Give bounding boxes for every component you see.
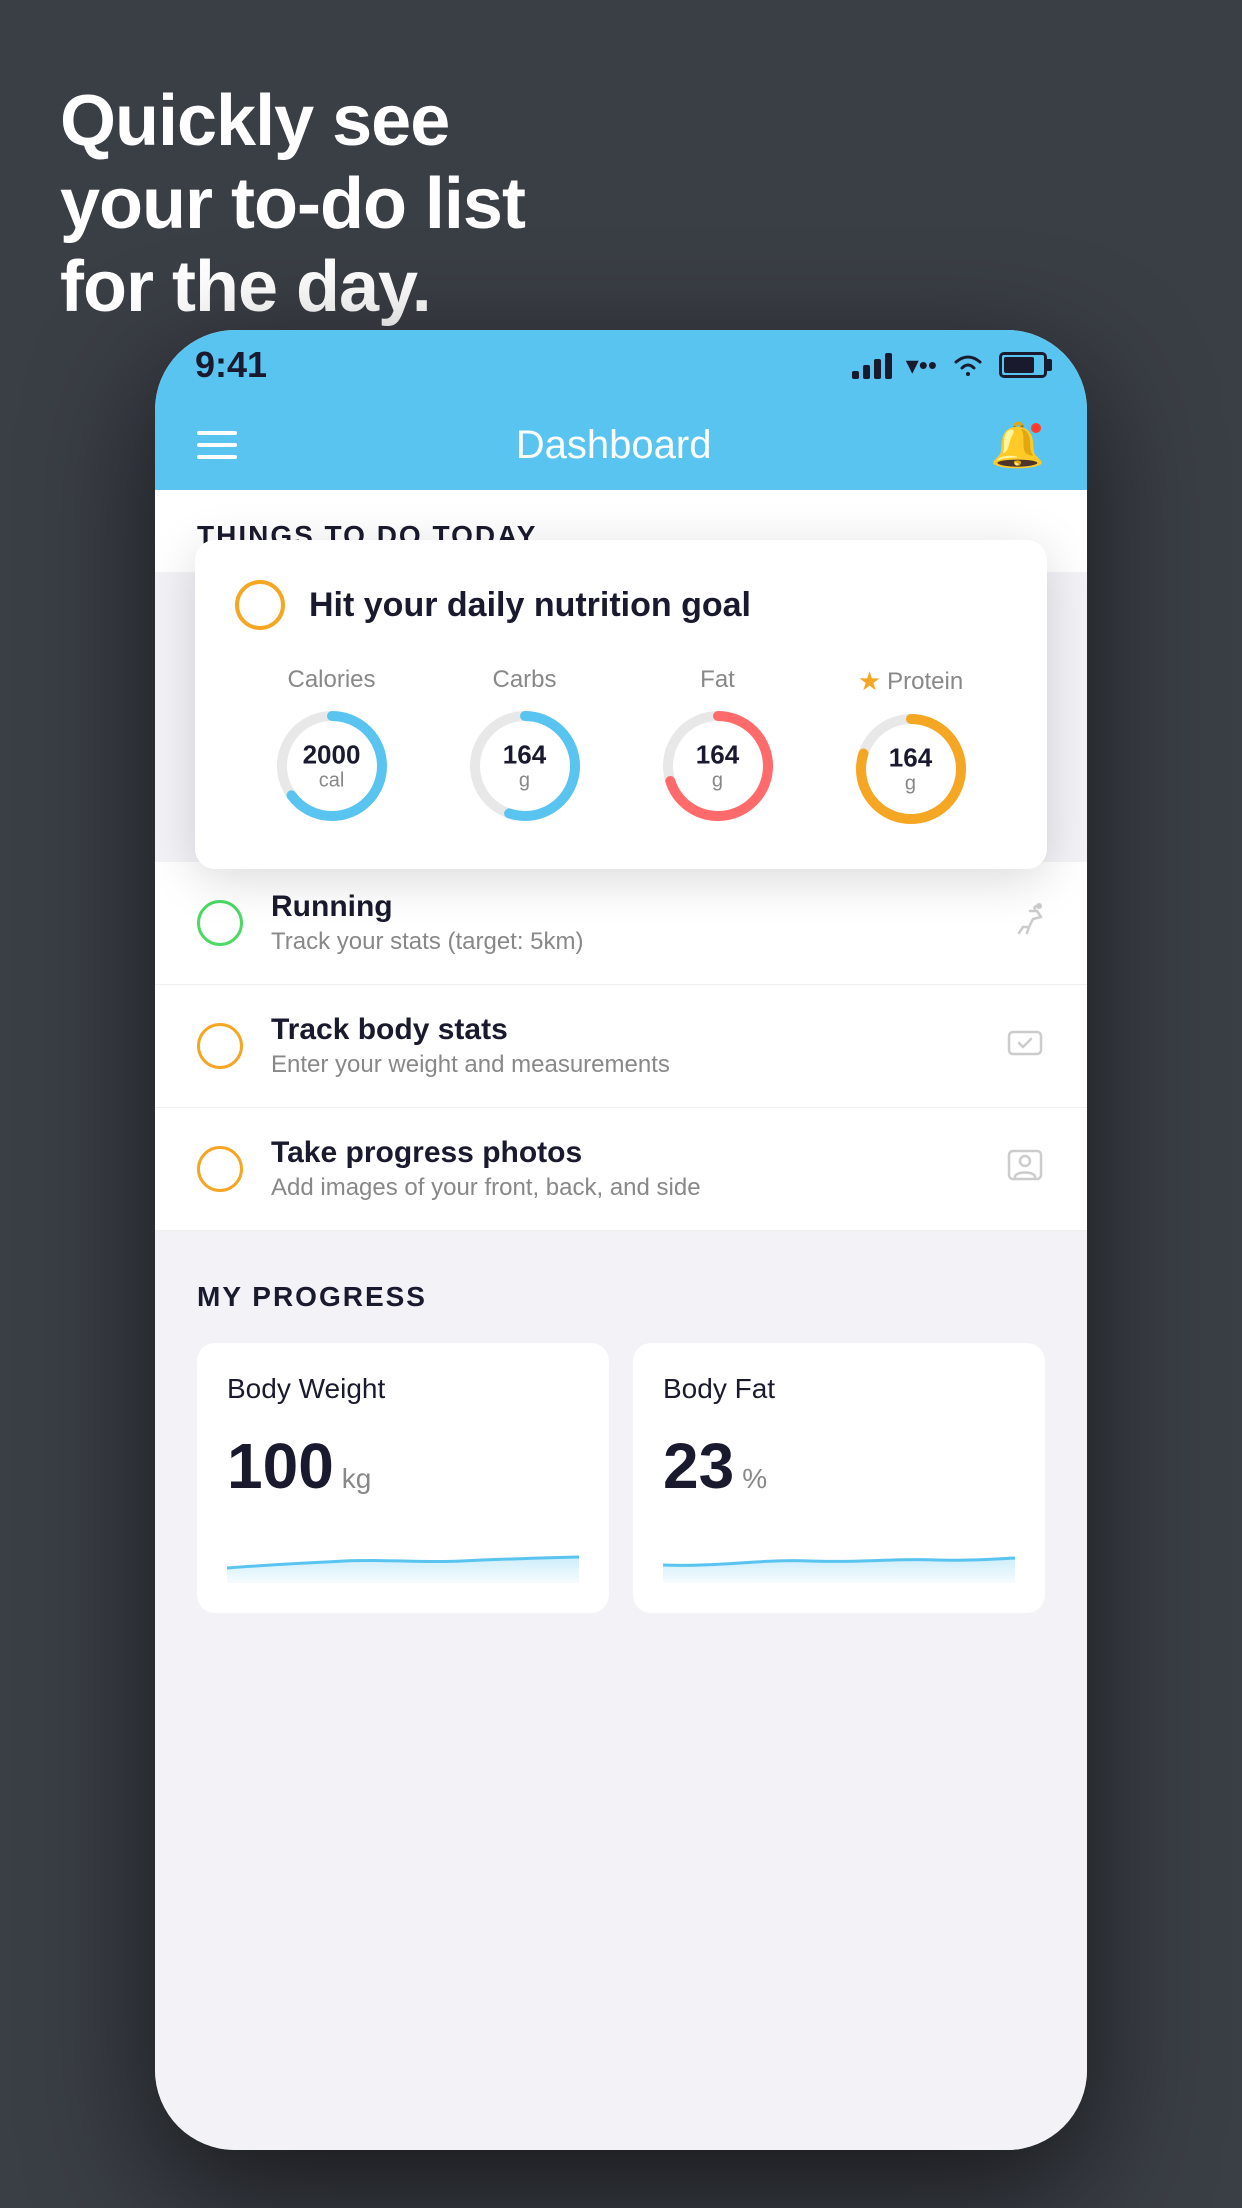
progress-section: MY PROGRESS Body Weight 100 kg (155, 1231, 1087, 1653)
nutrition-card: Hit your daily nutrition goal Calories 2… (195, 540, 1047, 869)
person-icon (1005, 1147, 1045, 1192)
body-weight-number: 100 (227, 1429, 334, 1503)
todo-main-running: Running (271, 890, 977, 924)
body-fat-chart (663, 1523, 1015, 1583)
star-icon: ★ (858, 666, 881, 697)
todo-text-photos: Take progress photos Add images of your … (271, 1136, 977, 1202)
carbs-chart: 164 g (465, 706, 585, 826)
nutrition-fat: Fat 164 g (658, 666, 778, 826)
todo-checkbox-running[interactable] (197, 900, 243, 946)
body-weight-value: 100 kg (227, 1429, 579, 1503)
nav-bar: Dashboard 🔔 (155, 400, 1087, 490)
calories-label: Calories (287, 666, 375, 694)
wifi-icon (951, 352, 985, 378)
battery-icon (999, 352, 1047, 378)
todo-item-body-stats[interactable]: Track body stats Enter your weight and m… (155, 985, 1087, 1108)
running-icon (1005, 901, 1045, 946)
status-icons: ▾•• (852, 350, 1047, 381)
notification-dot (1029, 421, 1043, 435)
body-fat-number: 23 (663, 1429, 734, 1503)
wifi-icon: ▾•• (906, 350, 937, 381)
phone-shell: 9:41 ▾•• Dashboard (155, 330, 1087, 2150)
todo-checkbox-photos[interactable] (197, 1146, 243, 1192)
nutrition-calories: Calories 2000 cal (272, 666, 392, 826)
todo-item-photos[interactable]: Take progress photos Add images of your … (155, 1108, 1087, 1231)
progress-cards: Body Weight 100 kg (197, 1343, 1045, 1613)
body-fat-title: Body Fat (663, 1373, 1015, 1405)
hamburger-icon[interactable] (197, 431, 237, 459)
body-weight-unit: kg (342, 1463, 372, 1495)
carbs-label: Carbs (492, 666, 556, 694)
body-fat-value: 23 % (663, 1429, 1015, 1503)
nutrition-card-title: Hit your daily nutrition goal (309, 586, 751, 625)
scale-icon (1005, 1024, 1045, 1069)
todo-list: Running Track your stats (target: 5km) (155, 862, 1087, 1231)
nutrition-protein: ★ Protein 164 g (851, 666, 971, 829)
todo-main-photos: Take progress photos (271, 1136, 977, 1170)
protein-label: ★ Protein (858, 666, 963, 697)
card-header: Hit your daily nutrition goal (235, 580, 1007, 630)
todo-item-running[interactable]: Running Track your stats (target: 5km) (155, 862, 1087, 985)
protein-chart: 164 g (851, 709, 971, 829)
body-fat-card: Body Fat 23 % (633, 1343, 1045, 1613)
fat-label: Fat (700, 666, 735, 694)
progress-title: MY PROGRESS (197, 1281, 1045, 1313)
nutrition-row: Calories 2000 cal Carbs (235, 666, 1007, 829)
body-fat-unit: % (742, 1463, 767, 1495)
hero-text: Quickly see your to-do list for the day. (60, 80, 525, 328)
todo-sub-running: Track your stats (target: 5km) (271, 928, 977, 956)
status-time: 9:41 (195, 344, 267, 386)
main-content: THINGS TO DO TODAY Hit your daily nutrit… (155, 490, 1087, 2150)
todo-main-body-stats: Track body stats (271, 1013, 977, 1047)
status-bar: 9:41 ▾•• (155, 330, 1087, 400)
nav-title: Dashboard (516, 423, 712, 468)
todo-text-body-stats: Track body stats Enter your weight and m… (271, 1013, 977, 1079)
body-weight-card: Body Weight 100 kg (197, 1343, 609, 1613)
todo-sub-photos: Add images of your front, back, and side (271, 1174, 977, 1202)
nutrition-checkbox[interactable] (235, 580, 285, 630)
calories-chart: 2000 cal (272, 706, 392, 826)
todo-sub-body-stats: Enter your weight and measurements (271, 1051, 977, 1079)
fat-chart: 164 g (658, 706, 778, 826)
notification-icon[interactable]: 🔔 (990, 419, 1045, 471)
todo-text-running: Running Track your stats (target: 5km) (271, 890, 977, 956)
body-weight-chart (227, 1523, 579, 1583)
nutrition-carbs: Carbs 164 g (465, 666, 585, 826)
body-weight-title: Body Weight (227, 1373, 579, 1405)
signal-icon (852, 351, 892, 379)
todo-checkbox-body-stats[interactable] (197, 1023, 243, 1069)
